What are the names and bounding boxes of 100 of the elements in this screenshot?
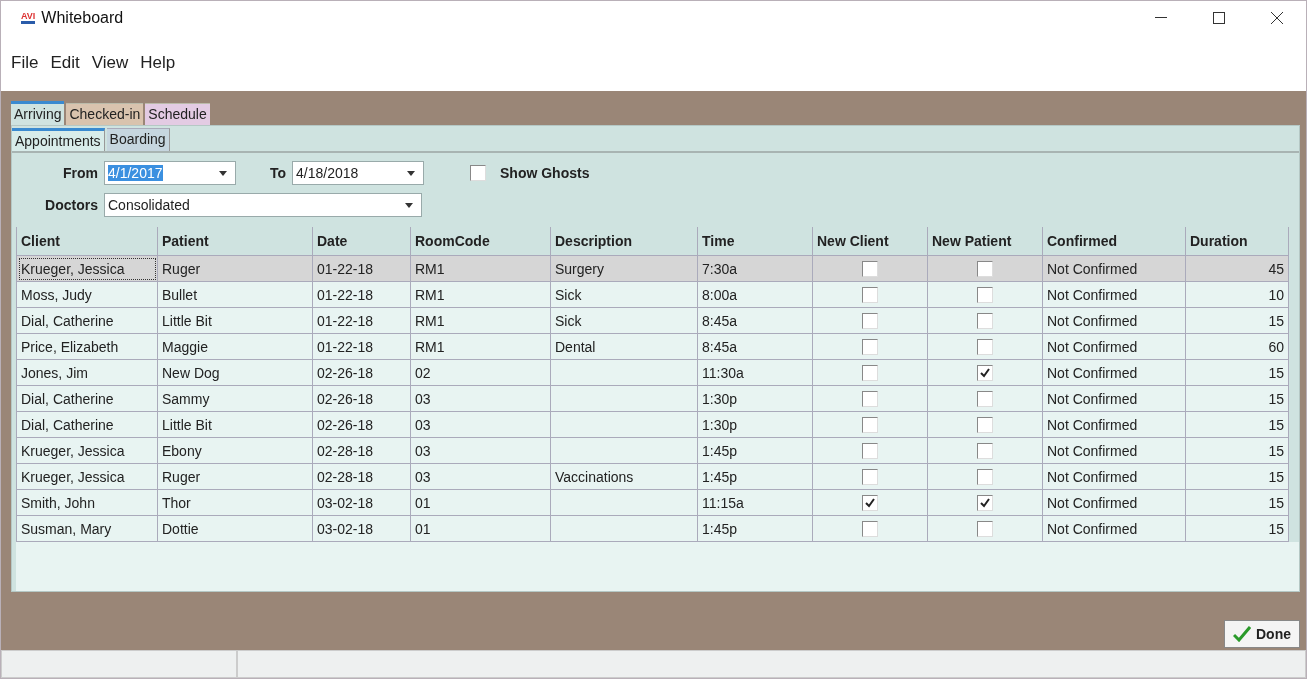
table-cell: Not Confirmed <box>1043 412 1186 438</box>
checkbox[interactable] <box>977 494 993 511</box>
tab[interactable]: Arriving <box>11 101 65 125</box>
table-cell: 02-28-18 <box>313 438 411 464</box>
tab[interactable]: Schedule <box>145 103 210 125</box>
table-cell: Maggie <box>158 334 313 360</box>
table-cell: 15 <box>1186 386 1289 412</box>
date-field[interactable]: 4/18/2018 <box>292 161 424 185</box>
table-cell: Krueger, Jessica <box>17 438 158 464</box>
checkbox[interactable] <box>862 416 878 433</box>
checkbox[interactable] <box>862 338 878 355</box>
table-cell: Dial, Catherine <box>17 386 158 412</box>
table-cell: Sick <box>551 282 698 308</box>
column-header[interactable]: Date <box>313 227 411 256</box>
table-cell: Sick <box>551 308 698 334</box>
table-cell: Moss, Judy <box>17 282 158 308</box>
table-cell: 45 <box>1186 256 1289 282</box>
table-cell: 03 <box>411 386 551 412</box>
menu-item[interactable]: File <box>11 53 39 73</box>
table-cell: 15 <box>1186 490 1289 516</box>
dropdown-arrow-icon[interactable] <box>407 170 415 176</box>
window-title: Whiteboard <box>41 9 124 27</box>
table-cell: Not Confirmed <box>1043 516 1186 542</box>
checkbox[interactable] <box>862 260 878 277</box>
table-cell: 03 <box>411 438 551 464</box>
checkbox[interactable] <box>977 260 993 277</box>
app-logo: AVI <box>21 12 36 24</box>
tab[interactable]: Checked-in <box>66 103 144 125</box>
checkbox[interactable] <box>862 468 878 485</box>
field-label: From <box>62 165 98 181</box>
table-cell: Ruger <box>158 256 313 282</box>
column-header[interactable]: Time <box>698 227 813 256</box>
checkbox[interactable] <box>862 390 878 407</box>
checkbox[interactable] <box>977 468 993 485</box>
checkbox[interactable] <box>862 442 878 459</box>
checkbox[interactable] <box>862 494 878 511</box>
table-cell: Dial, Catherine <box>17 412 158 438</box>
table-cell: 8:45a <box>698 308 813 334</box>
table-cell: Smith, John <box>17 490 158 516</box>
table-cell: 10 <box>1186 282 1289 308</box>
checkbox[interactable] <box>977 364 993 381</box>
tab[interactable]: Appointments <box>12 128 105 151</box>
dropdown-arrow-icon[interactable] <box>219 170 227 176</box>
checkbox[interactable] <box>862 364 878 381</box>
checkbox[interactable] <box>862 286 878 303</box>
column-header[interactable]: Confirmed <box>1043 227 1186 256</box>
checkbox[interactable] <box>977 338 993 355</box>
field-label: To <box>268 165 286 181</box>
checkbox[interactable] <box>977 442 993 459</box>
table-cell: Thor <box>158 490 313 516</box>
table-cell: 15 <box>1186 360 1289 386</box>
table-cell: Dottie <box>158 516 313 542</box>
table-cell: Not Confirmed <box>1043 490 1186 516</box>
table-cell: RM1 <box>411 256 551 282</box>
checkbox[interactable] <box>977 390 993 407</box>
table-cell: Krueger, Jessica <box>17 256 158 282</box>
table-cell: New Dog <box>158 360 313 386</box>
checkbox[interactable] <box>977 520 993 537</box>
table-cell: 15 <box>1186 438 1289 464</box>
checkbox[interactable] <box>977 312 993 329</box>
table-cell: 03 <box>411 464 551 490</box>
dropdown-arrow-icon[interactable] <box>405 202 413 208</box>
column-header[interactable]: Duration <box>1186 227 1289 256</box>
table-cell: Not Confirmed <box>1043 334 1186 360</box>
tab[interactable]: Boarding <box>106 128 170 151</box>
done-button[interactable]: Done <box>1224 620 1300 648</box>
table-cell: 1:45p <box>698 464 813 490</box>
column-header[interactable]: New Client <box>813 227 928 256</box>
column-header[interactable]: Description <box>551 227 698 256</box>
menu-item[interactable]: View <box>91 53 129 73</box>
column-header[interactable]: New Patient <box>928 227 1043 256</box>
minimize-icon <box>1155 17 1167 19</box>
column-header[interactable]: Patient <box>158 227 313 256</box>
checkbox[interactable] <box>862 520 878 537</box>
menu-item[interactable]: Help <box>140 53 176 73</box>
table-cell: Sammy <box>158 386 313 412</box>
table-cell: Not Confirmed <box>1043 308 1186 334</box>
table-cell: 01-22-18 <box>313 308 411 334</box>
column-header[interactable]: RoomCode <box>411 227 551 256</box>
checkbox[interactable] <box>977 416 993 433</box>
menu-item[interactable]: Edit <box>50 53 80 73</box>
table-cell: 01-22-18 <box>313 256 411 282</box>
table-cell: 11:30a <box>698 360 813 386</box>
table-cell: 02-28-18 <box>313 464 411 490</box>
column-header[interactable]: Client <box>17 227 158 256</box>
table-cell: 60 <box>1186 334 1289 360</box>
table-cell: 03-02-18 <box>313 490 411 516</box>
table-cell: 1:45p <box>698 516 813 542</box>
table-cell: Not Confirmed <box>1043 386 1186 412</box>
checkbox[interactable] <box>862 312 878 329</box>
table-cell: 01 <box>411 490 551 516</box>
checkbox[interactable] <box>470 165 486 181</box>
field-value: 4/18/2018 <box>296 165 359 181</box>
table-cell: RM1 <box>411 282 551 308</box>
field-label: Doctors <box>44 197 98 213</box>
table-cell: 02-26-18 <box>313 412 411 438</box>
table-cell: Ruger <box>158 464 313 490</box>
checkbox[interactable] <box>977 286 993 303</box>
table-cell: RM1 <box>411 308 551 334</box>
doctors-dropdown[interactable]: Consolidated <box>104 193 422 217</box>
